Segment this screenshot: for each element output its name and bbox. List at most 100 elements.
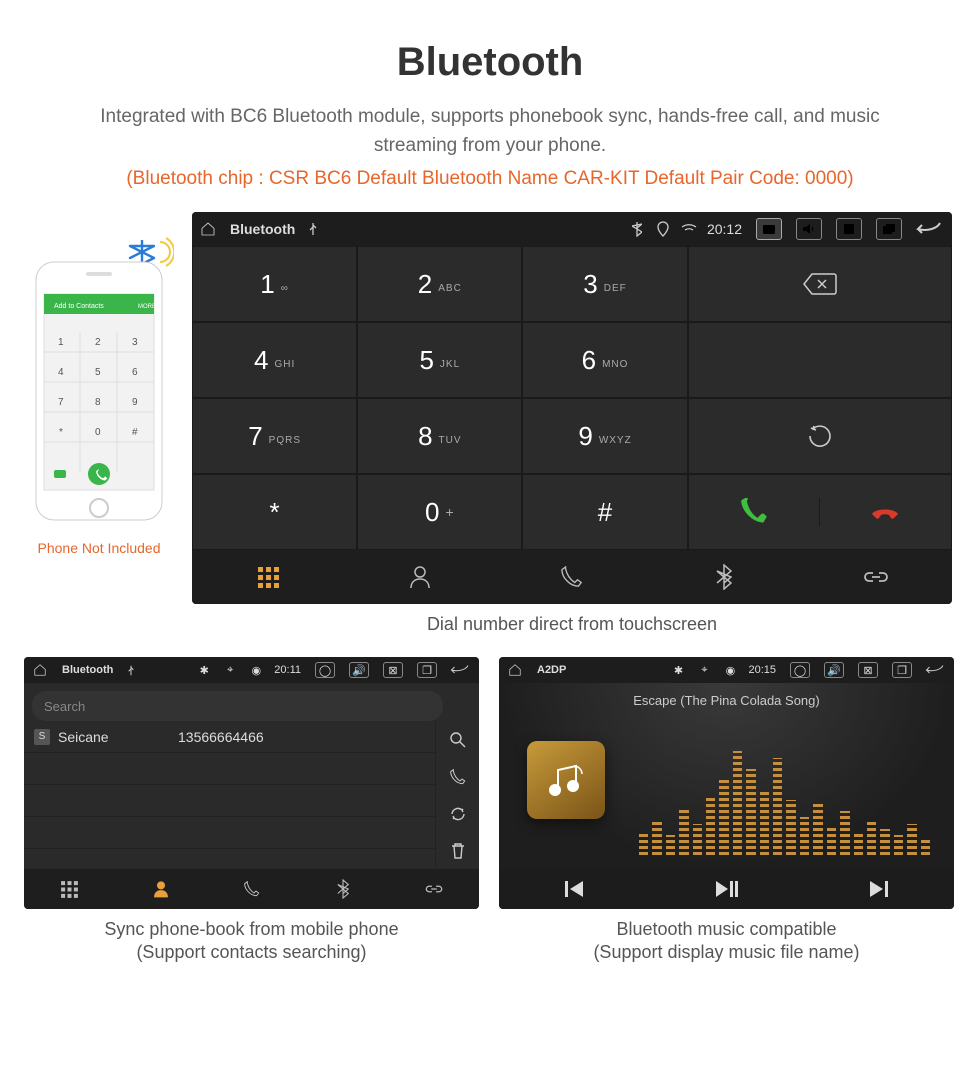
contacts-caption-2: (Support contacts searching) <box>24 942 479 963</box>
statusbar-time: 20:15 <box>748 664 776 676</box>
svg-text:5: 5 <box>95 367 101 378</box>
svg-text:1: 1 <box>58 337 64 348</box>
location-icon <box>655 221 671 237</box>
svg-text:*: * <box>59 427 63 438</box>
svg-text:9: 9 <box>132 397 138 408</box>
back-icon[interactable] <box>922 662 946 678</box>
volume-icon[interactable]: 🔊 <box>824 662 844 678</box>
music-caption-1: Bluetooth music compatible <box>499 919 954 940</box>
contacts-list: S Seicane 13566664466 <box>24 721 435 869</box>
location-icon: ⌖ <box>696 662 712 678</box>
nav-contacts[interactable] <box>115 869 206 909</box>
contacts-caption-1: Sync phone-book from mobile phone <box>24 919 479 940</box>
back-icon[interactable] <box>912 221 944 237</box>
search-input[interactable]: Search <box>32 691 443 721</box>
key-9[interactable]: 9WXYZ <box>522 398 687 474</box>
dialer-caption: Dial number direct from touchscreen <box>192 614 952 635</box>
contact-row-empty <box>24 753 435 785</box>
key-6[interactable]: 6MNO <box>522 322 687 398</box>
key-2[interactable]: 2ABC <box>357 246 522 322</box>
redial-button[interactable] <box>688 398 952 474</box>
statusbar-title: Bluetooth <box>62 664 113 676</box>
svg-text:0: 0 <box>95 427 101 438</box>
nav-pair[interactable] <box>388 869 479 909</box>
key-1[interactable]: 1∞ <box>192 246 357 322</box>
nav-contacts[interactable] <box>344 550 496 604</box>
key-0[interactable]: 0+ <box>357 474 522 550</box>
backspace-button[interactable] <box>688 246 952 322</box>
delete-icon[interactable] <box>436 832 479 869</box>
contact-row-empty <box>24 785 435 817</box>
key-4[interactable]: 4GHI <box>192 322 357 398</box>
music-screen: A2DP ✱ ⌖ ◉ 20:15 ◯ 🔊 ⊠ ❐ Escape (The Pin… <box>499 657 954 909</box>
next-button[interactable] <box>802 869 954 909</box>
usb-icon <box>123 662 139 678</box>
key-star[interactable]: * <box>192 474 357 550</box>
contact-row-empty <box>24 817 435 849</box>
close-icon[interactable] <box>836 218 862 240</box>
svg-text:MORE: MORE <box>138 304 156 310</box>
bluetooth-icon <box>629 221 645 237</box>
phone-illustration: Add to Contacts MORE 123 456 789 *0# Pho… <box>24 212 174 556</box>
key-5[interactable]: 5JKL <box>357 322 522 398</box>
sync-icon[interactable] <box>436 795 479 832</box>
nav-dialpad[interactable] <box>192 550 344 604</box>
home-icon[interactable] <box>200 221 216 237</box>
contact-name: Seicane <box>58 729 178 745</box>
wifi-icon: ◉ <box>722 662 738 678</box>
svg-text:3: 3 <box>132 337 138 348</box>
recent-icon[interactable]: ❐ <box>417 662 437 678</box>
nav-dialpad[interactable] <box>24 869 115 909</box>
link-icon <box>424 882 444 896</box>
recent-icon[interactable]: ❐ <box>892 662 912 678</box>
nav-bluetooth[interactable] <box>648 550 800 604</box>
volume-icon[interactable]: 🔊 <box>349 662 369 678</box>
call-icon[interactable] <box>436 758 479 795</box>
prev-button[interactable] <box>499 869 651 909</box>
album-art <box>527 741 605 819</box>
dialpad-icon <box>258 567 279 588</box>
back-icon[interactable] <box>447 662 471 678</box>
recent-icon[interactable] <box>876 218 902 240</box>
key-8[interactable]: 8TUV <box>357 398 522 474</box>
page-title: Bluetooth <box>24 40 956 85</box>
nav-bluetooth[interactable] <box>297 869 388 909</box>
close-icon[interactable]: ⊠ <box>858 662 878 678</box>
phone-icon <box>244 881 260 897</box>
svg-text:4: 4 <box>58 367 64 378</box>
home-icon[interactable] <box>32 662 48 678</box>
hero-spec: (Bluetooth chip : CSR BC6 Default Blueto… <box>24 168 956 190</box>
volume-icon[interactable] <box>796 218 822 240</box>
play-pause-button[interactable] <box>651 869 803 909</box>
hangup-button[interactable] <box>820 502 951 522</box>
nav-calls[interactable] <box>496 550 648 604</box>
svg-text:8: 8 <box>95 397 101 408</box>
music-controls <box>499 869 954 909</box>
contact-number: 13566664466 <box>178 729 425 745</box>
close-icon[interactable]: ⊠ <box>383 662 403 678</box>
screenshot-icon[interactable] <box>756 218 782 240</box>
contact-row[interactable]: S Seicane 13566664466 <box>24 721 435 753</box>
call-button[interactable] <box>689 498 820 526</box>
key-3[interactable]: 3DEF <box>522 246 687 322</box>
svg-text:6: 6 <box>132 367 138 378</box>
statusbar-time: 20:11 <box>274 664 301 676</box>
statusbar-title: A2DP <box>537 664 566 676</box>
bluetooth-icon <box>337 879 349 899</box>
key-7[interactable]: 7PQRS <box>192 398 357 474</box>
statusbar-title: Bluetooth <box>230 221 295 237</box>
screenshot-icon[interactable]: ◯ <box>315 662 335 678</box>
nav-calls[interactable] <box>206 869 297 909</box>
nav-pair[interactable] <box>800 550 952 604</box>
statusbar-time: 20:12 <box>707 221 742 237</box>
wifi-icon <box>681 221 697 237</box>
home-icon[interactable] <box>507 662 523 678</box>
search-icon[interactable] <box>436 721 479 758</box>
equalizer <box>639 745 930 855</box>
svg-text:2: 2 <box>95 337 101 348</box>
dialpad-icon <box>61 881 78 898</box>
music-caption-2: (Support display music file name) <box>499 942 954 963</box>
screenshot-icon[interactable]: ◯ <box>790 662 810 678</box>
dialer-screen: Bluetooth 20:12 1∞ 2A <box>192 212 952 604</box>
key-hash[interactable]: # <box>522 474 687 550</box>
